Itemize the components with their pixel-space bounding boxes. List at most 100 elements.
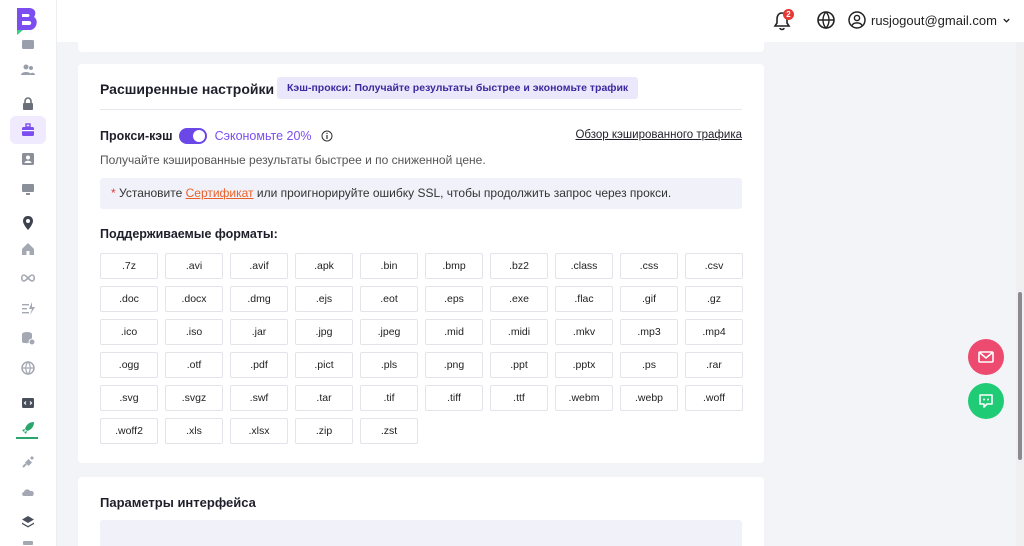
format-chip[interactable]: .woff2 [100, 418, 158, 444]
format-chip[interactable]: .webp [620, 385, 678, 411]
proxy-cache-description: Получайте кэшированные результаты быстре… [100, 153, 486, 167]
format-chip[interactable]: .tif [360, 385, 418, 411]
notification-badge: 2 [783, 9, 794, 20]
proxy-cache-toggle[interactable] [178, 128, 207, 144]
users-icon[interactable] [18, 60, 38, 80]
format-chip[interactable]: .bmp [425, 253, 483, 279]
proxy-cache-label: Прокси-кэш [100, 129, 173, 143]
interface-settings-box [100, 520, 742, 546]
format-chip[interactable]: .pls [360, 352, 418, 378]
toggle-knob [192, 130, 205, 142]
format-chip[interactable]: .tiff [425, 385, 483, 411]
code-window-icon[interactable] [18, 393, 38, 413]
format-chip[interactable]: .css [620, 253, 678, 279]
mail-icon [978, 351, 994, 363]
lightning-icon[interactable] [18, 298, 38, 318]
section-title: Параметры интерфейса [100, 495, 256, 510]
scrollbar-thumb[interactable] [1018, 292, 1022, 460]
location-pin-icon[interactable] [18, 213, 38, 233]
format-chip[interactable]: .svg [100, 385, 158, 411]
format-chip[interactable]: .mid [425, 319, 483, 345]
lock-icon[interactable] [18, 94, 38, 114]
format-chip[interactable]: .xls [165, 418, 223, 444]
format-chip[interactable]: .bz2 [490, 253, 548, 279]
format-chip[interactable]: .apk [295, 253, 353, 279]
format-chip[interactable]: .png [425, 352, 483, 378]
contact-mail-button[interactable] [968, 339, 1004, 375]
format-chip[interactable]: .csv [685, 253, 743, 279]
format-chip[interactable]: .doc [100, 286, 158, 312]
cache-proxy-promo-badge: Кэш-прокси: Получайте результаты быстрее… [277, 77, 639, 99]
format-chip[interactable]: .flac [555, 286, 613, 312]
supported-formats-title: Поддерживаемые форматы: [100, 227, 278, 241]
format-chip[interactable]: .gz [685, 286, 743, 312]
sidebar [0, 0, 57, 546]
notice-text-after: или проигнорируйте ошибку SSL, чтобы про… [253, 186, 672, 200]
format-chip[interactable]: .zip [295, 418, 353, 444]
format-chip[interactable]: .tar [295, 385, 353, 411]
rocket-icon[interactable] [18, 418, 38, 438]
more-icon[interactable] [18, 538, 38, 546]
format-chip[interactable]: .pict [295, 352, 353, 378]
live-chat-button[interactable] [968, 383, 1004, 419]
format-chip[interactable]: .avi [165, 253, 223, 279]
format-chip[interactable]: .webm [555, 385, 613, 411]
briefcase-icon[interactable] [18, 120, 38, 140]
brand-logo[interactable] [14, 6, 40, 36]
format-chip[interactable]: .jpg [295, 319, 353, 345]
format-chip[interactable]: .ppt [490, 352, 548, 378]
format-chip[interactable]: .pdf [230, 352, 288, 378]
layers-icon[interactable] [18, 512, 38, 532]
format-chip[interactable]: .mkv [555, 319, 613, 345]
format-chip[interactable]: .avif [230, 253, 288, 279]
format-chip[interactable]: .ico [100, 319, 158, 345]
format-chip[interactable]: .dmg [230, 286, 288, 312]
format-chip[interactable]: .ogg [100, 352, 158, 378]
format-chip[interactable]: .otf [165, 352, 223, 378]
format-chip[interactable]: .pptx [555, 352, 613, 378]
globe-network-icon[interactable] [18, 358, 38, 378]
format-chip[interactable]: .ps [620, 352, 678, 378]
format-chip[interactable]: .svgz [165, 385, 223, 411]
format-chip[interactable]: .iso [165, 319, 223, 345]
format-chip[interactable]: .eps [425, 286, 483, 312]
format-chip[interactable]: .woff [685, 385, 743, 411]
format-chip[interactable]: .jpeg [360, 319, 418, 345]
folder-icon[interactable] [18, 34, 38, 54]
format-chip[interactable]: .mp3 [620, 319, 678, 345]
cloud-icon[interactable] [18, 482, 38, 502]
format-chip[interactable]: .7z [100, 253, 158, 279]
cached-traffic-overview-link[interactable]: Обзор кэшированного трафика [575, 129, 742, 141]
infinity-icon[interactable] [18, 268, 38, 288]
format-chip[interactable]: .ttf [490, 385, 548, 411]
divider [100, 109, 742, 110]
format-chip[interactable]: .docx [165, 286, 223, 312]
user-menu[interactable]: rusjogout@gmail.com [848, 9, 1011, 31]
sidebar-active-indicator [16, 437, 38, 439]
id-card-icon[interactable] [18, 149, 38, 169]
format-chip[interactable]: .xlsx [230, 418, 288, 444]
format-chip[interactable]: .class [555, 253, 613, 279]
format-chip[interactable]: .rar [685, 352, 743, 378]
format-chip[interactable]: .swf [230, 385, 288, 411]
format-chip[interactable]: .jar [230, 319, 288, 345]
database-icon[interactable] [18, 328, 38, 348]
formats-grid: .7z .avi .avif .apk .bin .bmp .bz2 .class .css .c… [100, 253, 743, 444]
format-chip[interactable]: .midi [490, 319, 548, 345]
format-chip[interactable]: .zst [360, 418, 418, 444]
language-globe-icon[interactable] [816, 10, 836, 30]
format-chip[interactable]: .gif [620, 286, 678, 312]
format-chip[interactable]: .mp4 [685, 319, 743, 345]
info-icon[interactable] [321, 130, 333, 142]
format-chip[interactable]: .ejs [295, 286, 353, 312]
ssl-certificate-notice: * Установите Сертификат или проигнорируй… [100, 178, 742, 209]
format-chip[interactable]: .eot [360, 286, 418, 312]
home-icon[interactable] [18, 239, 38, 259]
chat-bot-icon [979, 394, 993, 408]
certificate-link[interactable]: Сертификат [186, 186, 254, 200]
satellite-icon[interactable] [18, 452, 38, 472]
interface-settings-card: Параметры интерфейса [78, 477, 764, 546]
monitor-icon[interactable] [18, 179, 38, 199]
format-chip[interactable]: .exe [490, 286, 548, 312]
format-chip[interactable]: .bin [360, 253, 418, 279]
